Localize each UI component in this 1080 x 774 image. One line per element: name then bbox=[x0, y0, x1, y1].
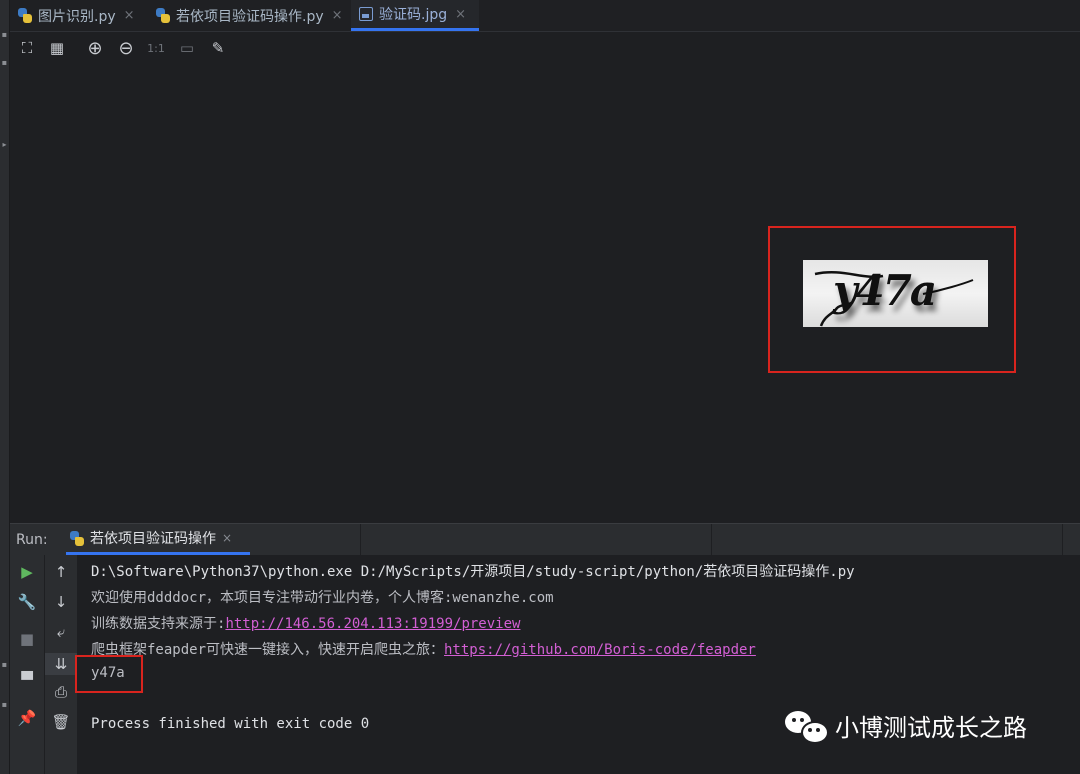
result-highlight-box bbox=[75, 655, 143, 693]
run-tab-label: 若依项目验证码操作 bbox=[90, 531, 216, 547]
tab-label: 图片识别.py bbox=[38, 8, 116, 25]
commit-tool-icon[interactable]: ▸ bbox=[0, 140, 9, 149]
run-panel-header: Run: 若依项目验证码操作 × bbox=[10, 523, 1080, 556]
header-divider bbox=[1062, 524, 1063, 556]
trash-icon[interactable]: 🗑 bbox=[45, 713, 77, 731]
stop-icon[interactable]: ■ bbox=[10, 630, 44, 648]
project-tool-icon-2[interactable]: ▪ bbox=[0, 58, 9, 67]
color-picker-icon[interactable]: ✎ bbox=[205, 33, 231, 63]
preview-link[interactable]: http://146.56.204.113:19199/preview bbox=[225, 616, 520, 632]
console-exit-line: Process finished with exit code 0 bbox=[91, 716, 370, 732]
python-file-icon bbox=[18, 8, 32, 23]
watermark: 小博测试成长之路 bbox=[785, 706, 1027, 744]
tab-label: 验证码.jpg bbox=[379, 7, 448, 23]
captcha-text: y47a bbox=[833, 266, 937, 315]
image-viewer-toolbar: ⛶ ▦ ⊕ ⊖ 1:1 ▭ ✎ bbox=[10, 33, 310, 63]
close-icon[interactable]: × bbox=[222, 531, 232, 545]
grid-icon[interactable]: ▦ bbox=[44, 33, 70, 63]
scroll-to-end-icon[interactable]: ⇊ bbox=[45, 653, 77, 675]
soft-wrap-icon[interactable]: ⤶ bbox=[45, 623, 77, 641]
run-toolbar-primary: ▶ 🔧 ■ ▀ 📌 bbox=[10, 555, 44, 774]
tab-captcha-image[interactable]: 验证码.jpg × bbox=[351, 0, 479, 31]
console-command-line: D:\Software\Python37\python.exe D:/MyScr… bbox=[91, 564, 855, 580]
close-icon[interactable]: × bbox=[124, 8, 135, 23]
watermark-text: 小博测试成长之路 bbox=[835, 713, 1027, 742]
feapder-link[interactable]: https://github.com/Boris-code/feapder bbox=[444, 642, 756, 658]
editor-tab-bar: 图片识别.py × 若依项目验证码操作.py × 验证码.jpg × bbox=[10, 0, 1080, 32]
close-icon[interactable]: × bbox=[332, 8, 343, 23]
console-text: 训练数据支持来源于: bbox=[91, 616, 226, 632]
run-toolbar-secondary: ↑ ↓ ⤶ ⇊ ⎙ 🗑 bbox=[44, 555, 77, 774]
left-tool-strip: ▪ ▪ ▸ ▪ ▪ bbox=[0, 0, 10, 774]
print-icon[interactable]: ⎙ bbox=[45, 683, 77, 701]
console-line: 爬虫框架feapder可快速一键接入，快速开启爬虫之旅：https://gith… bbox=[91, 639, 756, 659]
run-label: Run: bbox=[16, 532, 48, 548]
fit-window-icon[interactable]: ▭ bbox=[174, 33, 200, 63]
header-divider bbox=[360, 524, 361, 556]
wechat-icon bbox=[785, 709, 829, 744]
layout-icon[interactable]: ▀ bbox=[10, 671, 44, 689]
arrow-up-icon[interactable]: ↑ bbox=[45, 563, 77, 581]
pin-icon[interactable]: 📌 bbox=[10, 709, 44, 727]
tab-captcha-script[interactable]: 若依项目验证码操作.py × bbox=[148, 0, 350, 31]
rerun-icon[interactable]: ▶ bbox=[10, 563, 44, 581]
close-icon[interactable]: × bbox=[455, 7, 466, 22]
console-line: 训练数据支持来源于:http://146.56.204.113:19199/pr… bbox=[91, 613, 520, 633]
tab-image-recognition[interactable]: 图片识别.py × bbox=[10, 0, 146, 31]
zoom-in-icon[interactable]: ⊕ bbox=[82, 33, 108, 63]
zoom-out-icon[interactable]: ⊖ bbox=[113, 33, 139, 63]
python-file-icon bbox=[156, 8, 170, 23]
structure-tool-icon-2[interactable]: ▪ bbox=[0, 700, 9, 709]
console-text: 爬虫框架feapder可快速一键接入，快速开启爬虫之旅： bbox=[91, 642, 444, 658]
tab-label: 若依项目验证码操作.py bbox=[176, 8, 324, 25]
console-line: 欢迎使用ddddocr，本项目专注带动行业内卷，个人博客:wenanzhe.co… bbox=[91, 590, 554, 606]
structure-tool-icon[interactable]: ▪ bbox=[0, 660, 9, 669]
python-file-icon bbox=[70, 530, 84, 546]
header-divider bbox=[711, 524, 712, 556]
captcha-image: y47a bbox=[803, 260, 988, 327]
project-tool-icon[interactable]: ▪ bbox=[0, 30, 9, 39]
image-file-icon bbox=[359, 7, 373, 21]
actual-size-button[interactable]: 1:1 bbox=[143, 33, 169, 63]
run-tab[interactable]: 若依项目验证码操作 × bbox=[66, 524, 250, 555]
arrow-down-icon[interactable]: ↓ bbox=[45, 593, 77, 611]
fit-zoom-icon[interactable]: ⛶ bbox=[14, 33, 40, 63]
wrench-icon[interactable]: 🔧 bbox=[10, 593, 44, 611]
